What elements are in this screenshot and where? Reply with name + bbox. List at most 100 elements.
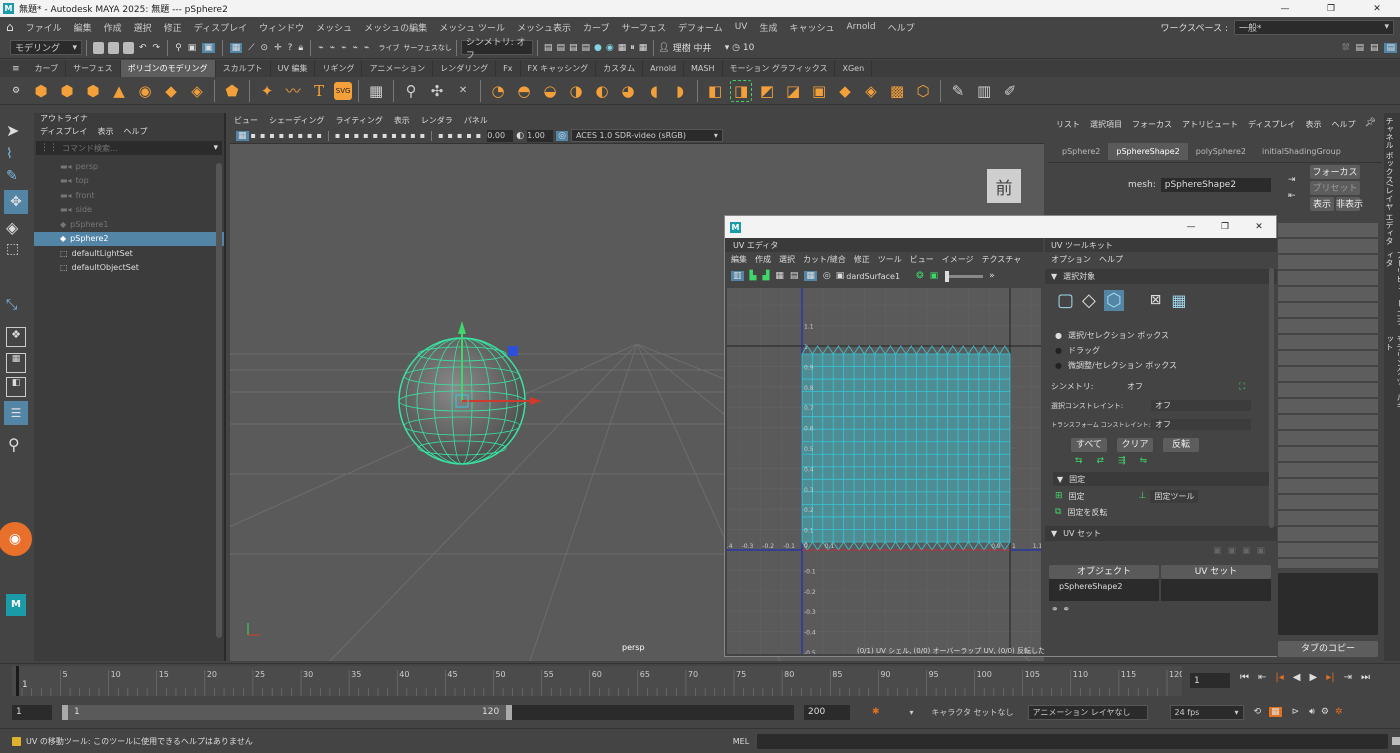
tool-settings-icon[interactable]: ▤ <box>1370 43 1379 53</box>
ae-menu-item[interactable]: 選択項目 <box>1090 119 1122 130</box>
uv-minimize-button[interactable]: — <box>1174 222 1208 232</box>
exposure-field[interactable] <box>487 129 514 142</box>
ae-tab[interactable]: initialShadingGroup <box>1254 143 1349 160</box>
uv-shade-icon[interactable]: ▟ <box>762 271 769 281</box>
fps-dropdown[interactable]: 24 fps ▾ <box>1169 704 1244 720</box>
hide-button[interactable]: 非表示 <box>1336 197 1363 211</box>
anim-prefs-icon[interactable]: ✲ <box>1335 707 1343 717</box>
filter-icon[interactable]: ⋮⋮ <box>40 143 58 153</box>
poly-plane-icon[interactable]: ◆ <box>160 80 182 102</box>
pause-icon[interactable]: ⏸ <box>630 43 635 53</box>
notifications-icon[interactable]: ▾ ◷ <box>725 43 740 53</box>
gamma-icon[interactable]: ◐ <box>516 131 524 141</box>
reset-transform-icon[interactable]: ✕ <box>452 80 474 102</box>
uvset-copy-icon[interactable]: ▣ <box>1227 546 1236 556</box>
aa-icon[interactable]: ▪ <box>410 131 415 140</box>
ae-menu-item[interactable]: 表示 <box>1305 119 1321 130</box>
shelf-tab[interactable]: UV 編集 <box>271 60 316 77</box>
ae-menu-item[interactable]: リスト <box>1056 119 1080 130</box>
edge-mode-icon[interactable]: ◇ <box>1082 290 1096 311</box>
select-tool-icon[interactable]: ➤ <box>6 121 32 140</box>
symmetry-icon[interactable]: ⛶ <box>1239 382 1245 392</box>
snapshot-icon[interactable]: ▦ <box>639 43 648 53</box>
uv-mode-icon[interactable]: ⊠ <box>1150 292 1162 308</box>
uvset-new-icon[interactable]: ▣ <box>1213 546 1222 556</box>
face-mode-icon[interactable]: ⬡ <box>1103 289 1124 311</box>
menu-item[interactable]: 作成 <box>98 21 128 34</box>
object-column-header[interactable]: オブジェクト <box>1049 565 1159 579</box>
copy-tab-button[interactable]: タブのコピー <box>1278 641 1378 657</box>
uv-link2-icon[interactable]: ⚭ <box>1063 605 1071 615</box>
mesh-sequence-icon[interactable]: ▦ <box>365 80 387 102</box>
menu-item[interactable]: ウィンドウ <box>253 21 310 34</box>
menu-item[interactable]: メッシュ表示 <box>511 21 577 34</box>
ae-load-icon[interactable]: ⇥ <box>1288 175 1296 185</box>
shelf-tab[interactable]: リギング <box>315 60 363 77</box>
gate-mask-icon[interactable]: ▪ <box>288 131 293 140</box>
uv-snapshot-icon[interactable]: ▦ <box>804 271 817 281</box>
select-by-component-icon[interactable]: ▣ <box>202 42 215 53</box>
select-by-hierarchy-icon[interactable]: ⚲ <box>175 43 182 53</box>
outliner-item[interactable]: ⬚ defaultObjectSet <box>34 261 224 276</box>
poly-sphere-icon[interactable]: ⬢ <box>30 80 52 102</box>
combine-icon[interactable]: ◔ <box>487 80 509 102</box>
uv-slider[interactable] <box>945 270 984 282</box>
film-gate-icon[interactable]: ▪ <box>269 131 274 140</box>
viewport-menu-item[interactable]: レンダラ <box>421 115 453 126</box>
platonic-solid-icon[interactable]: ⬟ <box>221 80 243 102</box>
settings-icon[interactable]: ⚙ <box>1321 707 1329 717</box>
step-forward-key-icon[interactable]: ⇥ <box>1344 672 1352 683</box>
resolution-gate-icon[interactable]: ▪ <box>279 131 284 140</box>
uv-canvas[interactable]: 1.1 1 0.9 0.8 0.7 0.6 0.5 0.4 0.3 0.2 0.1 0 -0.1 -0.2… <box>727 288 1041 654</box>
shelf-tab[interactable]: XGen <box>835 60 873 77</box>
shelf-tab[interactable]: サーフェス <box>66 60 121 77</box>
outliner-item[interactable]: ▬◂ persp <box>34 159 224 174</box>
uv-menu-item[interactable]: ツール <box>878 254 902 265</box>
shelf-tab[interactable]: アニメーション <box>362 60 434 77</box>
go-to-end-icon[interactable]: ⏭ <box>1361 672 1370 683</box>
poly-cone-icon[interactable]: ▲ <box>108 80 130 102</box>
modeling-toolkit-tab[interactable]: モデリング ツールキット <box>1384 335 1400 415</box>
outliner-scrollbar[interactable] <box>216 163 222 638</box>
shell-mode-icon[interactable]: ▦ <box>1171 291 1186 310</box>
outliner-search-input[interactable] <box>62 143 210 153</box>
grow-selection-icon[interactable]: ⇆ <box>1075 456 1083 466</box>
outliner-layout-icon[interactable]: ☰ <box>4 401 28 425</box>
ae-menu-item[interactable]: アトリビュート <box>1182 119 1238 130</box>
boolean-icon[interactable]: ◑ <box>565 80 587 102</box>
use-lights-icon[interactable]: ▪ <box>373 131 378 140</box>
show-button[interactable]: 表示 <box>1310 197 1334 211</box>
menu-item[interactable]: UV <box>729 22 754 32</box>
shelf-tab[interactable]: FX キャッシング <box>521 60 597 77</box>
shelf-gear-icon[interactable]: ⚙ <box>12 86 20 96</box>
selection-radio[interactable]: ● 選択/セレクション ボックス <box>1055 328 1277 343</box>
viewport-menu-item[interactable]: パネル <box>464 115 488 126</box>
render-frame-icon[interactable]: ▤ <box>556 43 565 53</box>
ae-menu-item[interactable]: フォーカス <box>1132 119 1172 130</box>
shelf-tab[interactable]: Fx <box>496 60 521 77</box>
quad-draw-icon[interactable]: ✎ <box>947 80 969 102</box>
pin-tool-button[interactable]: 固定ツール <box>1150 489 1199 503</box>
menu-item[interactable]: 生成 <box>753 21 783 34</box>
insert-loop-icon[interactable]: ▩ <box>886 80 908 102</box>
outliner-item[interactable]: ⬚ defaultLightSet <box>34 246 224 261</box>
toolkit-menu-item[interactable]: オプション <box>1051 254 1091 265</box>
anim-layer-dropdown[interactable]: アニメーション レイヤなし <box>1027 704 1148 720</box>
uv-gamma-icon[interactable]: ▣ <box>930 271 939 281</box>
symmetry-dropdown[interactable]: シンメトリ: オフ <box>460 38 533 61</box>
outliner-item[interactable]: ◆ pSphere2 <box>34 231 224 246</box>
shelf-tab[interactable]: カスタム <box>596 60 644 77</box>
undo-icon[interactable]: ↶ <box>139 43 147 53</box>
step-back-frame-icon[interactable]: |◂ <box>1275 672 1283 683</box>
transform-constraint-dropdown[interactable]: オフ <box>1151 419 1251 430</box>
uv-maximize-button[interactable]: ❐ <box>1208 222 1242 232</box>
script-editor-icon[interactable] <box>1392 737 1400 745</box>
scale-tool-icon[interactable]: ⬚ <box>6 241 32 257</box>
ae-menu-item[interactable]: ヘルプ <box>1331 119 1355 130</box>
menu-item[interactable]: ファイル <box>20 21 68 34</box>
select-shell-icon[interactable]: ⇋ <box>1140 456 1148 466</box>
uv-image-icon[interactable]: ▦ <box>775 271 784 281</box>
last-tool-icon[interactable]: ⤡ <box>6 297 32 313</box>
poly-torus-icon[interactable]: ◉ <box>134 80 156 102</box>
go-to-start-icon[interactable]: ⏮ <box>1240 672 1249 683</box>
